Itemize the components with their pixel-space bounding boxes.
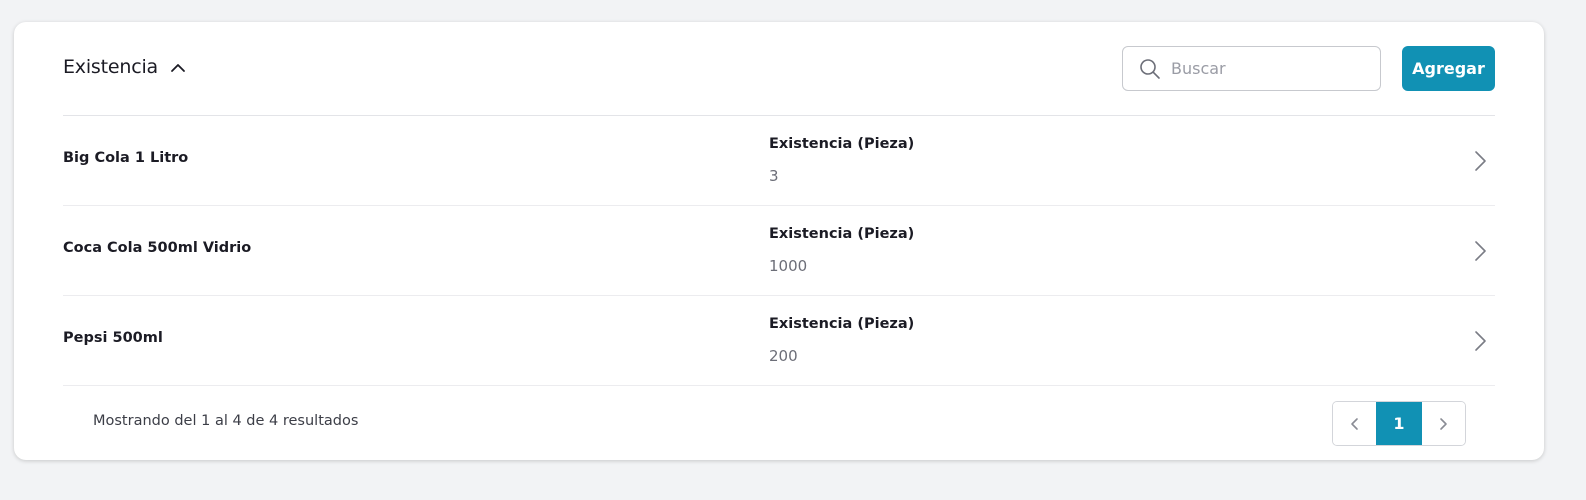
stock-label: Existencia (Pieza): [769, 316, 915, 332]
page-button-current[interactable]: 1: [1376, 402, 1422, 445]
stock-value: 1000: [769, 257, 808, 275]
stock-label: Existencia (Pieza): [769, 226, 915, 242]
list-item[interactable]: Coca Cola 500ml Vidrio Existencia (Pieza…: [63, 206, 1495, 296]
chevron-right-icon[interactable]: [1469, 239, 1491, 263]
search-icon: [1140, 59, 1160, 79]
pagination: 1: [1332, 401, 1466, 446]
stock-card: Existencia Agregar Big Cola 1 Litro Exis…: [14, 22, 1544, 460]
product-name: Big Cola 1 Litro: [63, 150, 189, 166]
search-input[interactable]: [1171, 47, 1371, 90]
search-box[interactable]: [1122, 46, 1381, 91]
chevron-right-icon[interactable]: [1469, 329, 1491, 353]
product-name: Pepsi 500ml: [63, 330, 163, 346]
prev-page-button[interactable]: [1333, 402, 1377, 445]
card-header: Existencia Agregar: [63, 22, 1495, 116]
chevron-left-icon: [1350, 417, 1358, 430]
results-summary: Mostrando del 1 al 4 de 4 resultados: [93, 413, 359, 429]
next-page-button[interactable]: [1421, 402, 1465, 445]
add-button[interactable]: Agregar: [1402, 46, 1495, 91]
stock-list: Big Cola 1 Litro Existencia (Pieza) 3 Co…: [63, 116, 1495, 386]
stock-label: Existencia (Pieza): [769, 136, 915, 152]
stock-value: 200: [769, 347, 798, 365]
stock-value: 3: [769, 167, 779, 185]
list-item[interactable]: Pepsi 500ml Existencia (Pieza) 200: [63, 296, 1495, 386]
chevron-right-icon: [1440, 417, 1448, 430]
list-item[interactable]: Big Cola 1 Litro Existencia (Pieza) 3: [63, 116, 1495, 206]
section-title: Existencia: [63, 56, 158, 78]
section-toggle[interactable]: Existencia: [63, 56, 186, 78]
product-name: Coca Cola 500ml Vidrio: [63, 240, 252, 256]
chevron-up-icon: [171, 64, 185, 72]
chevron-right-icon[interactable]: [1469, 149, 1491, 173]
